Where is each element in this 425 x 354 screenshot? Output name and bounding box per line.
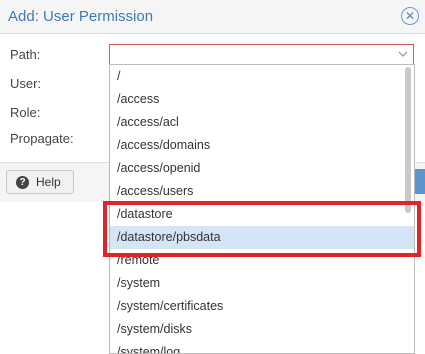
dropdown-option[interactable]: /access/openid bbox=[110, 157, 414, 180]
question-circle-icon: ? bbox=[16, 175, 29, 189]
dropdown-option[interactable]: /remote bbox=[110, 249, 414, 272]
role-label: Role: bbox=[10, 105, 41, 120]
scrollbar[interactable] bbox=[405, 67, 411, 213]
dropdown-option[interactable]: /access/domains bbox=[110, 134, 414, 157]
dropdown-option[interactable]: / bbox=[110, 65, 414, 88]
dropdown-option[interactable]: /datastore bbox=[110, 203, 414, 226]
propagate-label: Propagate: bbox=[10, 131, 74, 146]
dialog-title: Add: User Permission bbox=[8, 8, 154, 25]
chevron-down-icon[interactable] bbox=[397, 47, 409, 61]
user-label: User: bbox=[10, 76, 42, 91]
dropdown-option[interactable]: /system bbox=[110, 272, 414, 295]
help-button[interactable]: ? Help bbox=[6, 170, 74, 194]
dropdown-option[interactable]: /access/acl bbox=[110, 111, 414, 134]
dialog-header: Add: User Permission ✕ bbox=[0, 0, 425, 34]
dropdown-option[interactable]: /system/log bbox=[110, 341, 414, 353]
dropdown-option[interactable]: /access/users bbox=[110, 180, 414, 203]
path-label: Path: bbox=[10, 47, 41, 62]
dropdown-option[interactable]: /system/disks bbox=[110, 318, 414, 341]
dropdown-option[interactable]: /access bbox=[110, 88, 414, 111]
path-dropdown-list: //access/access/acl/access/domains/acces… bbox=[109, 64, 415, 354]
help-button-label: Help bbox=[36, 175, 61, 189]
path-combobox[interactable] bbox=[109, 44, 414, 65]
dropdown-option[interactable]: /datastore/pbsdata bbox=[110, 226, 414, 249]
dropdown-option[interactable]: /system/certificates bbox=[110, 295, 414, 318]
close-icon[interactable]: ✕ bbox=[401, 7, 419, 25]
